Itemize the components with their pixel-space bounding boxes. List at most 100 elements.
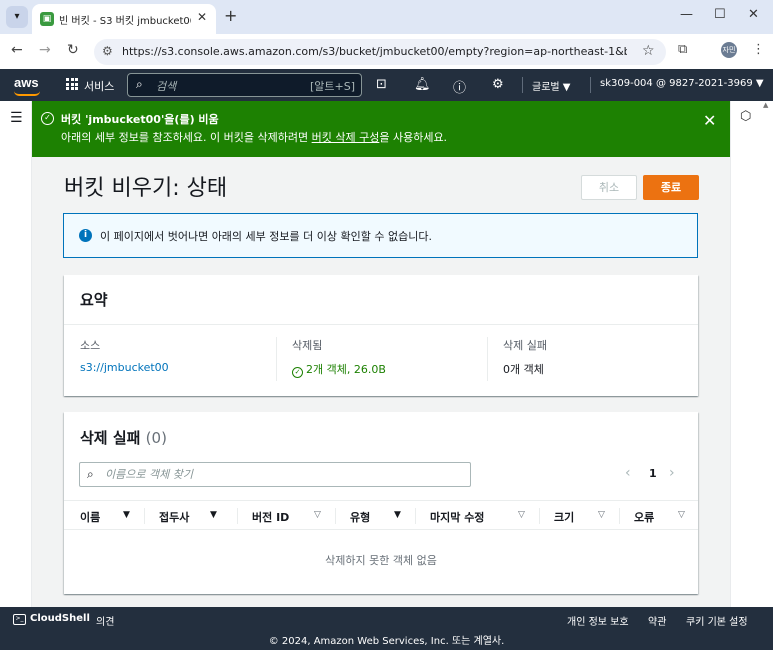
- window-close-icon[interactable]: ✕: [748, 7, 759, 22]
- chevron-down-icon[interactable]: ▾: [6, 6, 28, 28]
- copyright-text: © 2024, Amazon Web Services, Inc. 또는 계열사…: [268, 636, 505, 647]
- summary-divider: [64, 324, 698, 325]
- flash-message-prefix: 아래의 세부 정보를 참조하세요. 이 버킷을 삭제하려면: [61, 131, 312, 144]
- url-field[interactable]: ⚙ https://s3.console.aws.amazon.com/s3/b…: [94, 39, 666, 65]
- forward-icon[interactable]: →: [39, 42, 51, 58]
- services-menu[interactable]: 서비스: [84, 78, 114, 94]
- help-icon[interactable]: ⓘ: [453, 77, 466, 96]
- sort-desc-icon[interactable]: ▼: [210, 510, 217, 520]
- close-button[interactable]: 종료: [643, 175, 699, 200]
- privacy-link[interactable]: 개인 정보 보호: [567, 613, 629, 628]
- success-check-icon: ✓: [292, 367, 303, 378]
- summary-container: 요약 소스 s3://jmbucket00 삭제됨 ✓ 2개 객체, 26.0B …: [64, 275, 698, 396]
- back-icon[interactable]: ←: [11, 42, 23, 58]
- column-header-version-id[interactable]: 버전 ID: [252, 509, 289, 525]
- aws-search-placeholder[interactable]: 검색: [156, 78, 176, 94]
- sort-icon[interactable]: ▽: [678, 510, 685, 520]
- table-header: 이름 ▼ 접두사 ▼ 버전 ID ▽ 유형 ▼ 마지막 수정 ▽ 크기 ▽ 오류…: [64, 500, 698, 530]
- feedback-link[interactable]: 의견: [96, 613, 114, 628]
- failures-title: 삭제 실패 (0): [80, 427, 167, 448]
- tools-rail: ⬡: [730, 101, 773, 607]
- cloudshell-icon[interactable]: ⊡: [376, 77, 387, 92]
- browser-tab-bar: ▾ ▣ 빈 버킷 - S3 버킷 jmbucket00 ✕ + — ☐ ✕: [0, 0, 773, 34]
- scroll-up-arrow[interactable]: ▲: [763, 101, 768, 109]
- minimize-icon[interactable]: —: [680, 7, 693, 22]
- cancel-button[interactable]: 취소: [581, 175, 637, 200]
- empty-table-message: 삭제하지 못한 객체 없음: [325, 554, 437, 567]
- info-icon: i: [79, 229, 92, 242]
- chevron-left-icon[interactable]: ‹: [625, 465, 631, 481]
- success-flashbar: ✓ 버킷 'jmbucket00'을(를) 비움 아래의 세부 정보를 참조하세…: [32, 101, 730, 157]
- plus-icon[interactable]: +: [224, 6, 237, 25]
- sort-icon[interactable]: ▽: [314, 510, 321, 520]
- summary-source: 소스 s3://jmbucket00: [80, 337, 169, 374]
- source-link[interactable]: s3://jmbucket00: [80, 361, 169, 374]
- column-header-type[interactable]: 유형: [350, 509, 370, 525]
- browser-menu-icon[interactable]: ⋮: [752, 42, 765, 57]
- reload-icon[interactable]: ↻: [67, 42, 79, 58]
- deleted-label: 삭제됨: [292, 339, 323, 352]
- cookie-preferences-link[interactable]: 쿠키 기본 설정: [686, 613, 748, 628]
- object-search-box[interactable]: ⌕: [79, 462, 471, 487]
- console-footer: >_ CloudShell 의견 개인 정보 보호 약관 쿠키 기본 설정 © …: [0, 607, 773, 650]
- profile-avatar[interactable]: 자민: [721, 42, 737, 58]
- column-header-prefix[interactable]: 접두사: [159, 509, 189, 525]
- close-icon[interactable]: ✕: [703, 111, 716, 130]
- summary-deleted: 삭제됨 ✓ 2개 객체, 26.0B: [292, 337, 386, 378]
- column-divider: [237, 508, 238, 524]
- column-header-size[interactable]: 크기: [554, 509, 574, 525]
- flash-title: 버킷 'jmbucket00'을(를) 비움: [61, 113, 219, 126]
- column-divider: [335, 508, 336, 524]
- search-icon: ⌕: [136, 77, 143, 91]
- delete-bucket-config-link[interactable]: 버킷 삭제 구성: [312, 131, 380, 144]
- cloudshell-icon[interactable]: >_: [13, 614, 26, 625]
- deleted-count: 2개 객체, 26.0B: [306, 363, 386, 376]
- terms-link[interactable]: 약관: [648, 613, 666, 628]
- failures-count: (0): [145, 429, 167, 447]
- notifications-bell-icon[interactable]: 🔔︎: [414, 77, 431, 92]
- column-divider: [539, 508, 540, 524]
- success-check-icon: ✓: [41, 112, 54, 125]
- cloudshell-link[interactable]: CloudShell: [30, 613, 90, 624]
- settings-gear-icon[interactable]: ⚙: [492, 77, 504, 92]
- aws-logo-smile: [14, 91, 40, 96]
- url-text[interactable]: https://s3.console.aws.amazon.com/s3/buc…: [122, 45, 627, 58]
- sort-icon[interactable]: ▽: [518, 510, 525, 520]
- s3-favicon-icon: ▣: [40, 12, 54, 26]
- nav-divider: [590, 77, 591, 93]
- browser-tab[interactable]: ▣ 빈 버킷 - S3 버킷 jmbucket00 ✕: [32, 4, 216, 34]
- flash-message-suffix: 을 사용하세요.: [379, 131, 448, 144]
- region-selector[interactable]: 글로벌 ▼: [532, 78, 570, 93]
- site-info-icon[interactable]: ⚙: [102, 44, 113, 58]
- sort-desc-icon[interactable]: ▼: [394, 510, 401, 520]
- nav-divider: [522, 77, 523, 93]
- hamburger-menu-icon[interactable]: ☰: [10, 110, 23, 126]
- address-bar: ← → ↻ ⚙ https://s3.console.aws.amazon.co…: [0, 34, 773, 69]
- close-tab-icon[interactable]: ✕: [197, 10, 207, 24]
- column-divider: [276, 337, 277, 381]
- chevron-right-icon[interactable]: ›: [669, 465, 675, 481]
- info-text: 이 페이지에서 벗어나면 아래의 세부 정보를 더 이상 확인할 수 없습니다.: [100, 230, 432, 243]
- failures-title-text: 삭제 실패: [80, 429, 141, 447]
- account-menu[interactable]: sk309-004 @ 9827-2021-3969 ▼: [600, 78, 764, 89]
- aws-logo[interactable]: aws: [14, 75, 39, 90]
- failures-container: 삭제 실패 (0) ⌕ ‹ 1 › 이름 ▼ 접두사 ▼ 버전 ID ▽ 유형 …: [64, 412, 698, 594]
- tools-panel-icon[interactable]: ⬡: [740, 109, 751, 124]
- sort-icon[interactable]: ▽: [598, 510, 605, 520]
- bookmark-star-icon[interactable]: ☆: [642, 43, 655, 59]
- failed-value: 0개 객체: [503, 363, 544, 376]
- extensions-icon[interactable]: ⧉: [678, 42, 687, 57]
- object-search-input[interactable]: [105, 466, 465, 483]
- flash-message: 아래의 세부 정보를 참조하세요. 이 버킷을 삭제하려면 버킷 삭제 구성을 …: [61, 129, 447, 145]
- current-page-number[interactable]: 1: [649, 467, 657, 480]
- maximize-icon[interactable]: ☐: [714, 7, 726, 22]
- column-header-last-modified[interactable]: 마지막 수정: [430, 509, 484, 525]
- side-navigation-rail: ☰: [0, 101, 32, 607]
- aws-search-box[interactable]: ⌕ 검색 [알트+S]: [127, 73, 362, 97]
- sort-desc-icon[interactable]: ▼: [123, 510, 130, 520]
- search-shortcut-hint: [알트+S]: [309, 80, 355, 93]
- column-header-name[interactable]: 이름: [80, 509, 100, 525]
- column-divider: [415, 508, 416, 524]
- services-grid-icon[interactable]: [66, 78, 78, 90]
- column-header-error[interactable]: 오류: [634, 509, 654, 525]
